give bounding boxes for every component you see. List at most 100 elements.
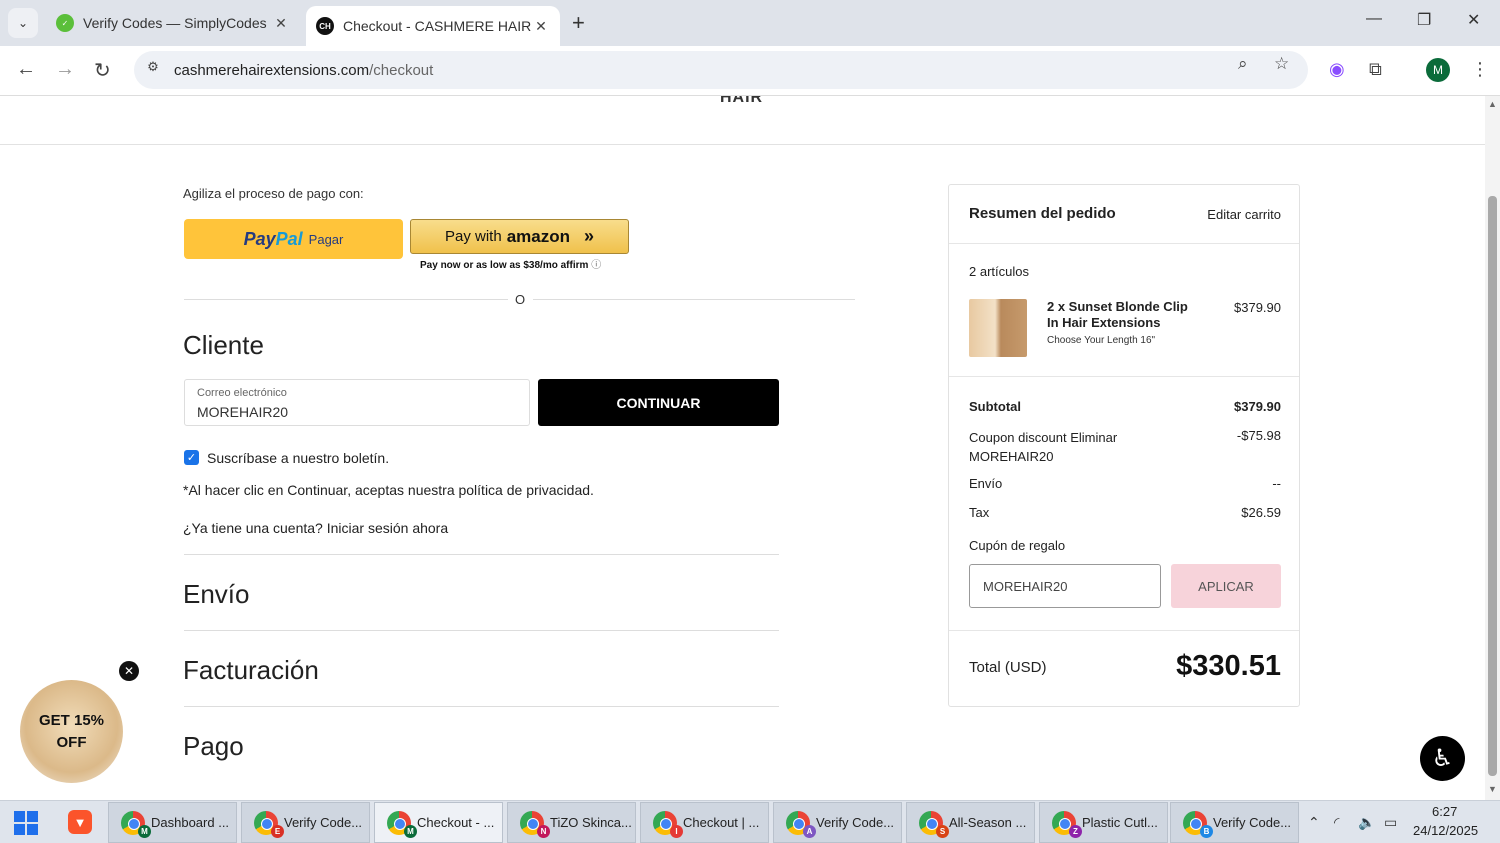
close-window-icon[interactable]: ✕ [1467, 10, 1480, 30]
order-summary: Resumen del pedido Editar carrito 2 artí… [948, 184, 1300, 707]
back-icon[interactable]: ← [16, 58, 36, 81]
close-promo-icon[interactable]: ✕ [119, 661, 139, 681]
coupon-label: Coupon discount [969, 430, 1067, 445]
taskbar-item[interactable]: A Verify Code... [773, 802, 902, 843]
payment-section-title[interactable]: Pago [183, 731, 244, 762]
paypal-button[interactable]: PayPal Pagar [184, 219, 403, 259]
taskbar-item[interactable]: M Dashboard ... [108, 802, 237, 843]
accessibility-icon[interactable]: ♿ [1420, 736, 1465, 781]
taskbar-item[interactable]: B Verify Code... [1170, 802, 1299, 843]
url-domain: cashmerehairextensions.com [174, 61, 370, 79]
restore-icon[interactable]: ❐ [1417, 10, 1431, 30]
tab-search-chevron-icon[interactable]: ⌄ [8, 8, 38, 38]
coupon-value: -$75.98 [1236, 428, 1281, 443]
simplycodes-favicon-icon: ✓ [56, 14, 74, 32]
section-divider [184, 554, 779, 555]
tab-bar: ⌄ ✓ Verify Codes — SimplyCodes ✕ CH Chec… [0, 0, 1500, 46]
taskbar-item-active[interactable]: M Checkout - ... [374, 802, 503, 843]
profile-avatar[interactable]: M [1426, 58, 1450, 82]
profile-badge: I [670, 825, 683, 838]
zoom-icon[interactable]: ⌕ [1238, 54, 1248, 74]
info-icon[interactable]: ⓘ [591, 260, 601, 271]
profile-badge: M [404, 825, 417, 838]
paypal-logo: PayPal [244, 229, 303, 250]
coupon-code: MOREHAIR20 [969, 449, 1054, 464]
scroll-up-arrow-icon[interactable]: ▲ [1488, 99, 1497, 109]
affirm-logo: affirm [560, 260, 589, 271]
page-scrollbar[interactable]: ▲ ▼ [1485, 96, 1500, 800]
scroll-down-arrow-icon[interactable]: ▼ [1488, 784, 1497, 794]
or-divider-right [533, 299, 855, 300]
or-divider-left [184, 299, 508, 300]
paypal-logo-a: Pay [243, 228, 276, 249]
taskbar-item[interactable]: Z Plastic Cutl... [1039, 802, 1168, 843]
total-value: $330.51 [1176, 650, 1281, 682]
summary-divider [949, 630, 1299, 631]
wifi-icon[interactable]: ◜ [1334, 814, 1339, 831]
reload-icon[interactable]: ↻ [94, 58, 111, 83]
scrollbar-thumb[interactable] [1488, 196, 1497, 776]
email-label: Correo electrónico [197, 387, 287, 399]
address-bar[interactable]: ⚙ cashmerehairextensions.com/checkout [134, 51, 1308, 89]
extension-puzzle-brand-icon[interactable]: ◉ [1329, 59, 1345, 80]
extensions-icon[interactable]: ⧉ [1369, 59, 1382, 80]
taskbar-item-label: Verify Code... [816, 815, 895, 830]
paypal-logo-b: Pal [275, 228, 303, 249]
promo-text: GET 15% OFF [39, 710, 104, 754]
taskbar-item[interactable]: I Checkout | ... [640, 802, 769, 843]
bookmark-star-icon[interactable]: ☆ [1274, 54, 1289, 74]
affirm-promo: Pay now or as low as $38/mo affirm ⓘ [420, 256, 601, 271]
edit-cart-link[interactable]: Editar carrito [1207, 207, 1281, 222]
taskbar-item[interactable]: S All-Season ... [906, 802, 1035, 843]
new-tab-icon[interactable]: + [572, 10, 585, 36]
tray-overflow-chevron-icon[interactable]: ⌃ [1308, 814, 1320, 831]
coupon-remove-link[interactable]: Eliminar [1070, 430, 1117, 445]
taskbar-item[interactable]: E Verify Code... [241, 802, 370, 843]
product-thumbnail [969, 299, 1027, 357]
gift-coupon-value: MOREHAIR20 [983, 579, 1068, 594]
newsletter-checkbox[interactable]: ✓ [184, 450, 199, 465]
product-option: Choose Your Length 16" [1047, 335, 1156, 346]
store-logo[interactable]: HAIR [720, 96, 763, 107]
minimize-icon[interactable]: — [1366, 10, 1382, 28]
profile-badge: S [936, 825, 949, 838]
newsletter-label: Suscríbase a nuestro boletín. [207, 450, 390, 466]
tab-checkout[interactable]: CH Checkout - CASHMERE HAIR ✕ [306, 6, 560, 46]
coupon-row: Coupon discount Eliminar MOREHAIR20 [969, 428, 1117, 466]
forward-icon[interactable]: → [55, 58, 75, 81]
clock-time[interactable]: 6:27 [1432, 804, 1457, 819]
shipping-section-title[interactable]: Envío [183, 579, 250, 610]
email-field[interactable]: Correo electrónico MOREHAIR20 [184, 379, 530, 426]
subtotal-label: Subtotal [969, 399, 1021, 414]
windows-start-icon[interactable] [14, 811, 38, 835]
paypal-label: Pagar [308, 231, 344, 247]
volume-icon[interactable]: 🔈 [1358, 814, 1375, 831]
section-divider [184, 706, 779, 707]
close-tab-icon[interactable]: ✕ [272, 15, 290, 32]
subtotal-value: $379.90 [1234, 399, 1281, 414]
chevron-double-icon: » [583, 226, 594, 246]
profile-badge: Z [1069, 825, 1082, 838]
battery-icon[interactable]: ▭ [1384, 814, 1397, 831]
product-name: 2 x Sunset Blonde Clip In Hair Extension… [1047, 299, 1188, 330]
total-label: Total (USD) [969, 659, 1047, 676]
gift-coupon-input[interactable]: MOREHAIR20 [969, 564, 1161, 608]
login-link[interactable]: Iniciar sesión ahora [327, 520, 448, 536]
tab-simplycodes[interactable]: ✓ Verify Codes — SimplyCodes ✕ [46, 6, 300, 40]
amazon-pay-button[interactable]: Pay with amazon » [410, 219, 629, 254]
taskbar-item[interactable]: N TiZO Skinca... [507, 802, 636, 843]
site-info-icon[interactable]: ⚙ [142, 59, 164, 81]
tax-label: Tax [969, 505, 990, 520]
customer-title: Cliente [183, 330, 264, 360]
brave-browser-icon[interactable]: ▼ [68, 810, 92, 834]
url-text: cashmerehairextensions.com/checkout [174, 62, 433, 79]
login-prompt-text: ¿Ya tiene una cuenta? [183, 520, 323, 536]
close-tab-icon[interactable]: ✕ [532, 18, 550, 35]
profile-badge: M [138, 825, 151, 838]
more-menu-icon[interactable]: ⋮ [1471, 59, 1489, 80]
billing-section-title[interactable]: Facturación [183, 655, 319, 686]
discount-promo-badge[interactable]: GET 15% OFF [20, 680, 123, 783]
continue-button[interactable]: CONTINUAR [538, 379, 779, 426]
clock-date[interactable]: 24/12/2025 [1413, 823, 1478, 838]
apply-coupon-button[interactable]: APLICAR [1171, 564, 1281, 608]
